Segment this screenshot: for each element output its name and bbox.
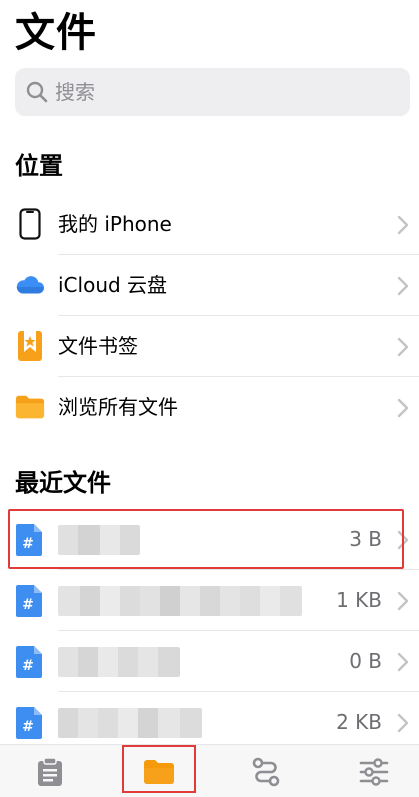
tab-route[interactable] xyxy=(226,745,306,797)
tab-clipboard[interactable] xyxy=(10,745,90,797)
svg-text:#: # xyxy=(22,597,34,613)
hash-file-icon: # xyxy=(15,706,43,740)
icloud-icon xyxy=(15,269,45,301)
search-icon xyxy=(26,81,48,103)
location-browse-all[interactable]: 浏览所有文件 xyxy=(0,377,419,438)
location-label: 文件书签 xyxy=(58,334,138,358)
page-title: 文件 xyxy=(15,10,97,56)
folder-icon xyxy=(15,391,45,423)
file-size: 3 B xyxy=(349,527,382,551)
chevron-right-icon xyxy=(397,530,409,550)
tab-files[interactable] xyxy=(119,745,199,797)
location-my-iphone[interactable]: 我的 iPhone xyxy=(0,194,419,255)
recent-header: 最近文件 xyxy=(15,469,111,497)
hash-file-icon: # xyxy=(15,523,43,557)
location-icloud-drive[interactable]: iCloud 云盘 xyxy=(0,255,419,316)
recent-file-row[interactable]: # 3 B xyxy=(0,509,419,570)
blurred-filename xyxy=(58,586,302,616)
file-size: 0 B xyxy=(349,649,382,673)
chevron-right-icon xyxy=(397,652,409,672)
location-label: 我的 iPhone xyxy=(58,212,172,236)
location-label: 浏览所有文件 xyxy=(58,395,178,419)
file-size: 1 KB xyxy=(336,588,382,612)
tab-settings[interactable] xyxy=(334,745,414,797)
location-bookmarks[interactable]: 文件书签 xyxy=(0,316,419,377)
svg-text:#: # xyxy=(22,719,34,735)
locations-header: 位置 xyxy=(15,152,63,180)
search-bar[interactable] xyxy=(15,68,410,116)
chevron-right-icon xyxy=(397,276,409,296)
folder-icon xyxy=(144,759,174,784)
bookmark-icon xyxy=(15,330,45,362)
blurred-filename xyxy=(58,647,180,677)
location-label: iCloud 云盘 xyxy=(58,273,168,297)
blurred-filename xyxy=(58,708,202,738)
svg-text:#: # xyxy=(22,658,34,674)
sliders-icon xyxy=(359,757,389,786)
blurred-filename xyxy=(58,525,140,555)
route-icon xyxy=(252,757,280,786)
chevron-right-icon xyxy=(397,215,409,235)
chevron-right-icon xyxy=(397,337,409,357)
hash-file-icon: # xyxy=(15,584,43,618)
search-input[interactable] xyxy=(55,80,355,104)
chevron-right-icon xyxy=(397,591,409,611)
recent-file-row[interactable]: # 1 KB xyxy=(0,570,419,631)
hash-file-icon: # xyxy=(15,645,43,679)
tab-bar xyxy=(0,744,419,797)
clipboard-icon xyxy=(38,756,62,786)
chevron-right-icon xyxy=(397,398,409,418)
svg-text:#: # xyxy=(22,536,34,552)
chevron-right-icon xyxy=(397,713,409,733)
iphone-icon xyxy=(15,208,45,240)
recent-file-row[interactable]: # 0 B xyxy=(0,631,419,692)
